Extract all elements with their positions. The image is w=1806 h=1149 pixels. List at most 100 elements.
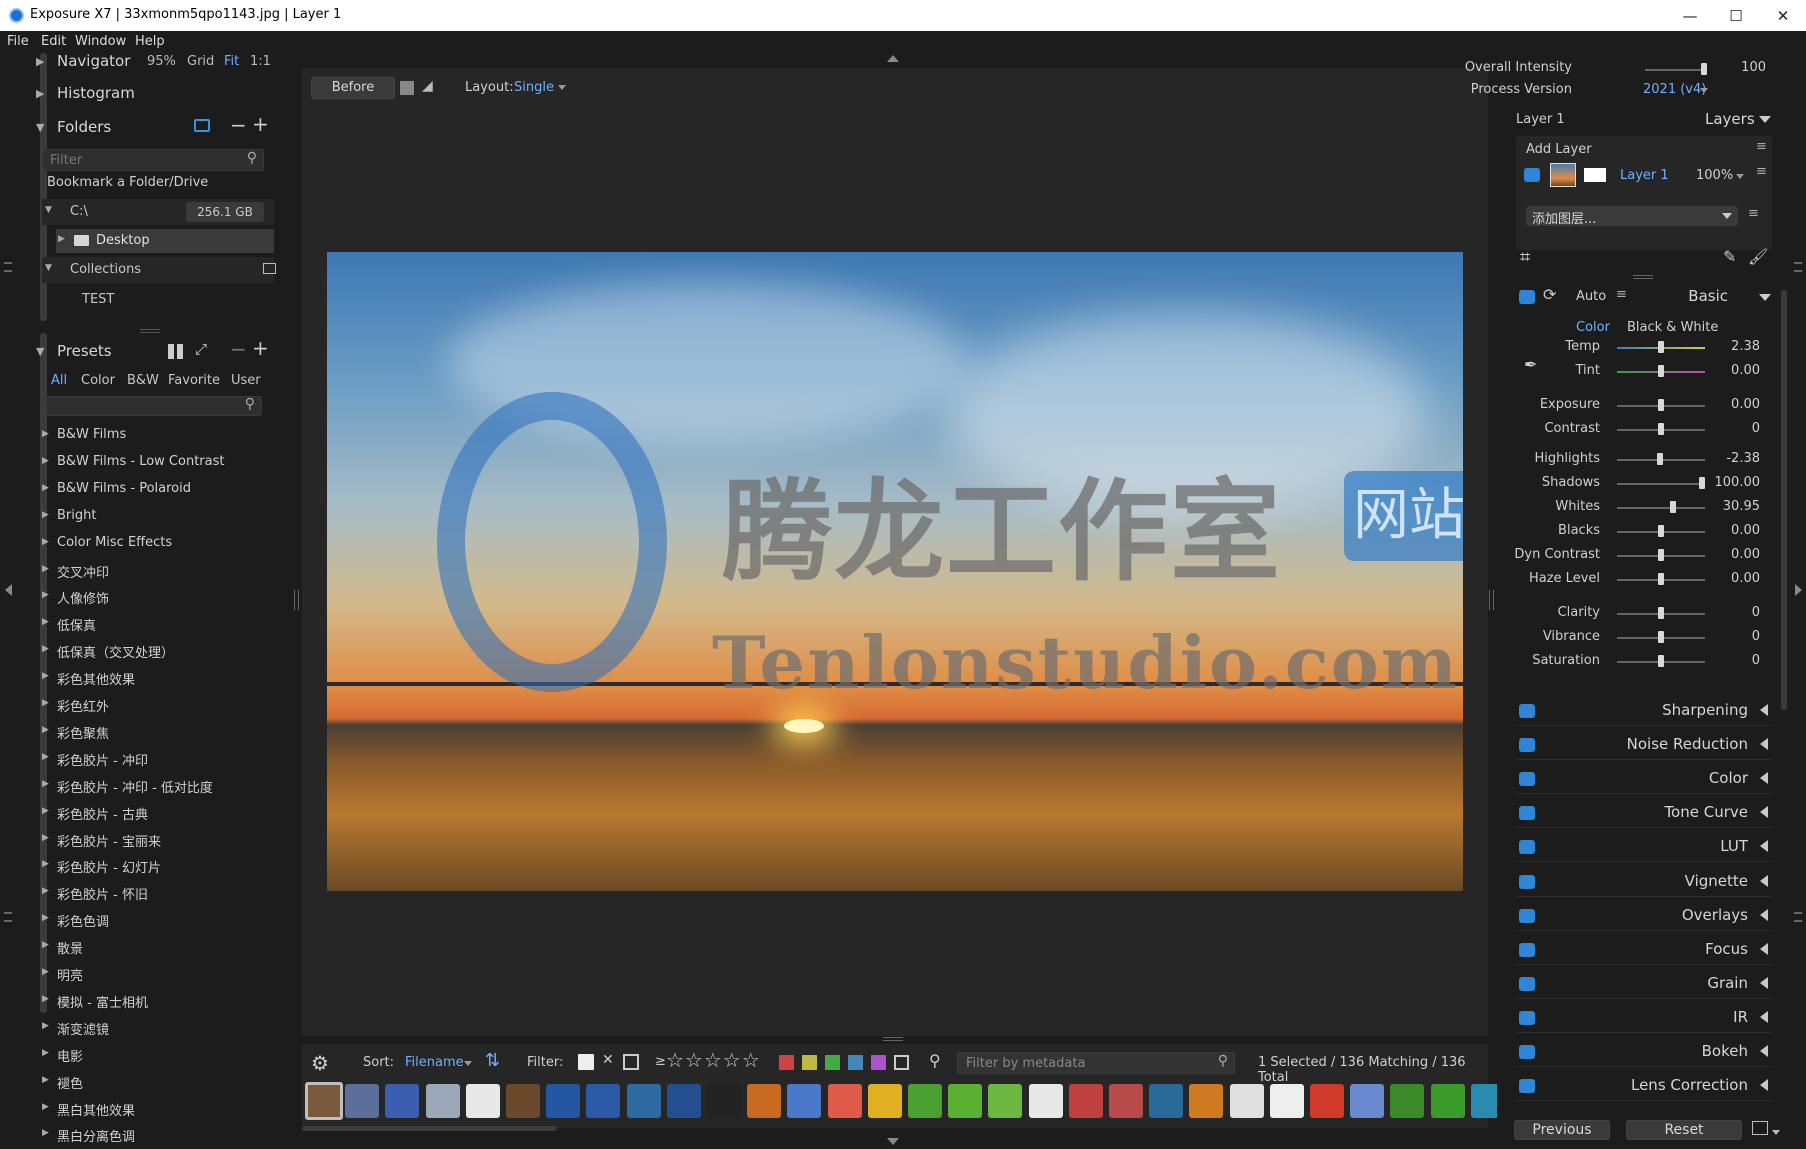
preset-item[interactable]: ▶ 彩色胶片 - 古典 (36, 800, 266, 826)
slider-track[interactable] (1617, 483, 1705, 485)
layer-visibility-toggle[interactable] (1524, 168, 1540, 182)
preset-item[interactable]: ▶ 交叉冲印 (36, 558, 266, 584)
left-splitter-handle[interactable] (294, 590, 299, 610)
preset-item[interactable]: ▶ 彩色胶片 - 冲印 (36, 746, 266, 772)
sort-select[interactable]: Filename (405, 1055, 464, 1070)
section-sharpening[interactable]: Sharpening (1516, 694, 1772, 726)
filmstrip-thumbnail[interactable] (1189, 1084, 1224, 1118)
filmstrip-splitter-handle[interactable] (883, 1037, 903, 1041)
filmstrip-thumbnail[interactable] (1269, 1084, 1304, 1118)
metadata-filter-input[interactable]: Filter by metadata ⚲ (957, 1052, 1235, 1074)
menu-help[interactable]: Help (135, 34, 165, 49)
reset-cycle-icon[interactable]: ⟳ (1543, 285, 1556, 304)
section-toggle[interactable] (1519, 1079, 1535, 1094)
slider-value[interactable]: 0 (1700, 421, 1760, 436)
preset-item[interactable]: ▶ 黑白分离色调 (36, 1122, 266, 1148)
section-vignette[interactable]: Vignette (1516, 865, 1772, 897)
brush-icon[interactable]: 🖌 (1748, 247, 1768, 266)
collapse-bottom-arrow-icon[interactable] (887, 1138, 899, 1145)
close-button[interactable]: ✕ (1760, 4, 1806, 28)
section-focus[interactable]: Focus (1516, 933, 1772, 965)
preset-item[interactable]: ▶ 彩色胶片 - 宝丽来 (36, 827, 266, 853)
slider-knob[interactable] (1658, 341, 1664, 353)
basic-toggle[interactable] (1519, 290, 1535, 304)
preset-item[interactable]: ▶ 黑白其他效果 (36, 1096, 266, 1122)
slider-knob[interactable] (1658, 399, 1664, 411)
panel-toggle-icon[interactable] (1752, 1121, 1768, 1135)
slider-knob[interactable] (1670, 501, 1677, 513)
section-toggle[interactable] (1519, 976, 1535, 991)
color-label-red[interactable] (779, 1055, 794, 1070)
section-grain[interactable]: Grain (1516, 967, 1772, 999)
filmstrip-thumbnail[interactable] (787, 1084, 822, 1118)
filmstrip-thumbnail[interactable] (867, 1084, 902, 1118)
collapse-right-arrow-icon[interactable] (1795, 584, 1802, 596)
add-layer-options-icon[interactable]: ≡ (1748, 206, 1759, 221)
remove-folder-icon[interactable]: − (230, 113, 247, 137)
collapse-top-arrow-icon[interactable] (887, 55, 899, 62)
metadata-filter-icon[interactable]: ⚲ (929, 1051, 941, 1070)
preset-item[interactable]: ▶ B&W Films - Polaroid (36, 477, 266, 503)
preset-item[interactable]: ▶ B&W Films - Low Contrast (36, 450, 266, 476)
preset-item[interactable]: ▶ Bright (36, 504, 266, 530)
presets-header[interactable]: ▼ Presets ⤢ − + (20, 335, 274, 367)
slider-knob[interactable] (1658, 365, 1664, 377)
menu-window[interactable]: Window (75, 34, 126, 49)
filmstrip-thumbnail[interactable] (1430, 1084, 1465, 1118)
filmstrip-thumbnail[interactable] (385, 1084, 420, 1118)
section-lut[interactable]: LUT (1516, 830, 1772, 863)
preset-item[interactable]: ▶ 彩色胶片 - 幻灯片 (36, 853, 266, 879)
slider-value[interactable]: 0.00 (1700, 571, 1760, 586)
preset-item[interactable]: ▶ 低保真 (36, 611, 266, 637)
color-label-blue[interactable] (848, 1055, 863, 1070)
main-photo[interactable]: 腾龙工作室 网站 Tenlonstudio.com (327, 252, 1463, 891)
slider-knob[interactable] (1658, 607, 1664, 619)
filmstrip-thumbnail[interactable] (666, 1084, 701, 1118)
filmstrip-thumbnail[interactable] (1068, 1084, 1103, 1118)
right-edge-grip-2[interactable] (1794, 912, 1802, 922)
layer-menu-icon[interactable]: ≡ (1756, 139, 1767, 154)
layer-thumbnail[interactable] (1550, 163, 1576, 187)
slider-value[interactable]: 0.00 (1700, 397, 1760, 412)
bookmark-folder-link[interactable]: Bookmark a Folder/Drive (47, 175, 208, 190)
slider-value[interactable]: 2.38 (1700, 339, 1760, 354)
new-collection-icon[interactable] (263, 263, 276, 274)
section-overlays[interactable]: Overlays (1516, 899, 1772, 931)
folders-header[interactable]: ▼ Folders − + (20, 111, 274, 143)
right-panel-scrollbar[interactable] (1781, 290, 1787, 710)
auto-menu-icon[interactable]: ≡ (1616, 287, 1627, 302)
filmstrip-thumbnail[interactable] (345, 1084, 380, 1118)
split-compare-icon[interactable]: ◢ (422, 78, 433, 94)
section-ir[interactable]: IR (1516, 1001, 1772, 1033)
filmstrip-thumbnail[interactable] (1350, 1084, 1385, 1118)
left-edge-grip[interactable] (4, 262, 12, 272)
section-noise-reduction[interactable]: Noise Reduction (1516, 728, 1772, 761)
panel-divider-handle[interactable] (140, 329, 160, 333)
filmstrip-thumbnail[interactable] (626, 1084, 661, 1118)
reset-button[interactable]: Reset (1626, 1120, 1742, 1140)
flag-pick-icon[interactable] (578, 1054, 594, 1070)
settings-gear-icon[interactable]: ⚙ (311, 1051, 329, 1075)
slider-value[interactable]: 0 (1700, 605, 1760, 620)
histogram-header[interactable]: ▶ Histogram (20, 77, 274, 109)
section-lens-correction[interactable]: Lens Correction (1516, 1069, 1772, 1102)
layer-mask-thumbnail[interactable] (1584, 168, 1606, 182)
filmstrip-thumbnail[interactable] (1109, 1084, 1143, 1118)
filmstrip-thumbnail[interactable] (1390, 1084, 1425, 1118)
compare-square-icon[interactable] (400, 81, 414, 95)
slider-track[interactable] (1617, 507, 1705, 509)
drive-row[interactable]: ▼ C:\ 256.1 GB (42, 199, 274, 225)
layer-name[interactable]: Layer 1 (1620, 168, 1669, 183)
slider-knob[interactable] (1658, 573, 1664, 585)
preset-tab-all[interactable]: All (51, 373, 67, 388)
chevron-down-icon[interactable] (1759, 116, 1771, 123)
filmstrip-thumbnail[interactable] (948, 1084, 983, 1118)
slider-knob[interactable] (1658, 631, 1664, 643)
preset-item[interactable]: ▶ 散景 (36, 934, 266, 960)
preset-item[interactable]: ▶ B&W Films (36, 423, 266, 449)
preset-tab-bw[interactable]: B&W (127, 373, 159, 388)
filmstrip-thumbnail[interactable] (546, 1084, 581, 1118)
slider-value[interactable]: 0.00 (1700, 547, 1760, 562)
collection-test[interactable]: TEST (82, 292, 114, 307)
auto-button[interactable]: Auto (1576, 289, 1606, 304)
